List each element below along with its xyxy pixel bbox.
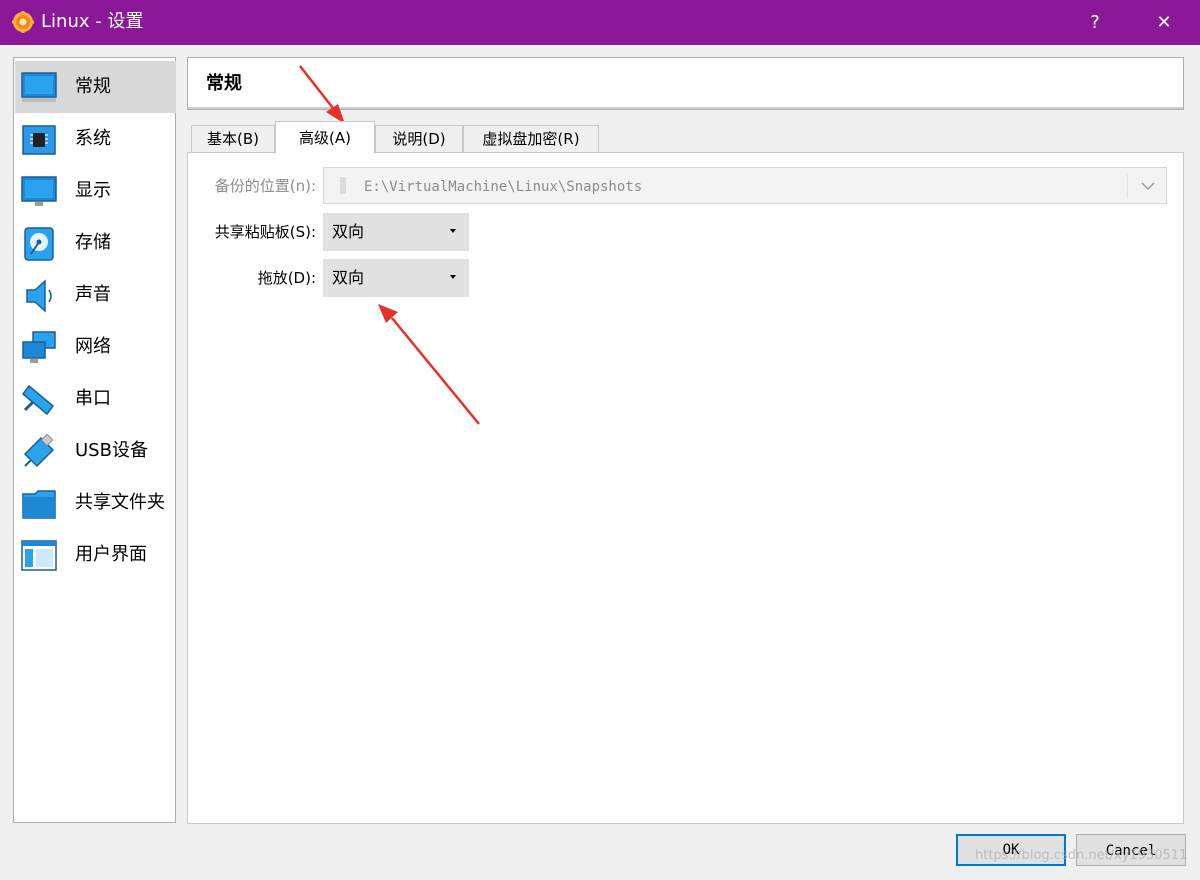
sidebar-item-label: 显示 [75, 180, 111, 201]
network-icon [22, 331, 56, 363]
serial-port-icon [21, 384, 55, 416]
shared-clipboard-value: 双向 [332, 222, 365, 241]
sidebar-item-network[interactable]: 网络 [15, 321, 176, 373]
snapshot-folder-label: 备份的位置(n): [214, 177, 316, 195]
page-title: 常规 [206, 73, 242, 94]
folder-icon [22, 490, 56, 519]
sidebar-item-serial[interactable]: 串口 [15, 373, 176, 425]
window-title: Linux - 设置 [41, 11, 144, 32]
drag-drop-value: 双向 [332, 268, 365, 287]
section-header: 常规 [187, 57, 1184, 110]
user-interface-icon [21, 540, 57, 571]
sidebar-item-storage[interactable]: 存储 [15, 217, 176, 269]
watermark: https://blog.csdn.net/xy1930511 [975, 848, 1188, 863]
drag-drop-label: 拖放(D): [257, 269, 316, 287]
speaker-icon [26, 279, 52, 313]
close-button[interactable]: ✕ [1139, 0, 1189, 45]
sidebar-item-user-interface[interactable]: 用户界面 [15, 529, 176, 581]
monitor-icon [21, 72, 57, 102]
tab-description[interactable]: 说明(D) [375, 125, 463, 153]
sidebar-item-display[interactable]: 显示 [15, 165, 176, 217]
folder-path-icon [340, 177, 346, 194]
snapshot-folder-selector[interactable]: E:\VirtualMachine\Linux\Snapshots [323, 167, 1167, 204]
shared-clipboard-select[interactable]: 双向 [323, 213, 469, 251]
sidebar-item-shared-folders[interactable]: 共享文件夹 [15, 477, 176, 529]
chip-icon [22, 125, 56, 155]
tab-basic[interactable]: 基本(B) [191, 125, 275, 153]
sidebar-item-label: 串口 [75, 388, 111, 409]
virtualbox-gear-icon [12, 11, 34, 33]
sidebar-item-usb[interactable]: USB设备 [15, 425, 176, 477]
sidebar-item-label: 用户界面 [75, 544, 147, 565]
sidebar-item-label: 共享文件夹 [75, 492, 165, 513]
sidebar-item-label: 常规 [75, 76, 111, 97]
title-bar: Linux - 设置 ? ✕ [0, 0, 1200, 45]
sidebar-item-label: 存储 [75, 232, 111, 253]
disk-icon [24, 227, 54, 261]
sidebar-item-label: 声音 [75, 284, 111, 305]
dropdown-caret-icon [450, 229, 456, 233]
settings-sidebar: 常规 系统 显示 存储 声音 网络 串口 USB设备 共享文件夹 用户界面 [13, 57, 176, 823]
sidebar-item-label: 系统 [75, 128, 111, 149]
drag-drop-select[interactable]: 双向 [323, 259, 469, 297]
chevron-down-icon[interactable] [1138, 176, 1158, 196]
tab-advanced[interactable]: 高级(A) [275, 121, 375, 154]
sidebar-item-label: 网络 [75, 336, 111, 357]
sidebar-item-system[interactable]: 系统 [15, 113, 176, 165]
usb-icon [23, 434, 55, 468]
help-button[interactable]: ? [1070, 0, 1120, 45]
tab-disk-encryption[interactable]: 虚拟盘加密(R) [463, 125, 599, 153]
snapshot-folder-path: E:\VirtualMachine\Linux\Snapshots [364, 179, 643, 195]
path-divider [1127, 174, 1128, 198]
display-icon [21, 176, 57, 206]
shared-clipboard-label: 共享粘贴板(S): [214, 223, 316, 241]
tab-content-advanced [187, 152, 1184, 824]
dropdown-caret-icon [450, 275, 456, 279]
sidebar-item-audio[interactable]: 声音 [15, 269, 176, 321]
sidebar-item-label: USB设备 [75, 440, 148, 461]
sidebar-item-general[interactable]: 常规 [15, 61, 176, 113]
